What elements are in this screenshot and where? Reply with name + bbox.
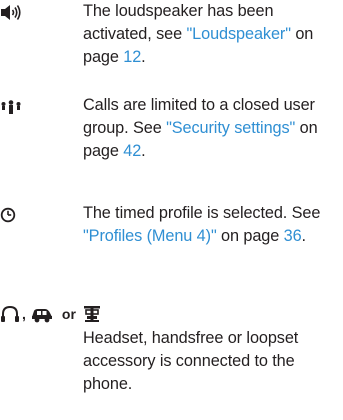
icon-separator: , [22, 306, 26, 322]
entry-end: . [301, 227, 307, 245]
or-word: or [61, 306, 76, 322]
entry-description: The timed profile is selected. See "Prof… [83, 202, 333, 248]
link-loudspeaker[interactable]: "Loudspeaker" [187, 25, 292, 43]
entry-description: Calls are limited to a closed user group… [83, 94, 333, 163]
link-security-settings[interactable]: "Security settings" [166, 119, 295, 137]
link-profiles-menu-4[interactable]: "Profiles (Menu 4)" [83, 227, 217, 245]
headset-icon [0, 305, 20, 323]
entry-end: . [141, 142, 146, 160]
closed-user-group-icon [0, 98, 22, 116]
timed-profile-clock-icon [0, 206, 22, 224]
loudspeaker-icon [0, 4, 22, 22]
entry-end: . [141, 48, 146, 66]
page: The loudspeaker has been activated, see … [0, 0, 343, 420]
entry-text-suffix: on page [216, 227, 284, 245]
loopset-icon [82, 305, 102, 323]
accessory-description: Headset, handsfree or loopset accessory … [83, 329, 299, 393]
page-link-42[interactable]: 42 [123, 142, 141, 160]
accessory-icons-row: , or [0, 302, 102, 326]
page-link-36[interactable]: 36 [284, 227, 302, 245]
entry-description: The loudspeaker has been activated, see … [83, 0, 333, 69]
entry-text: The timed profile is selected. See [83, 204, 321, 222]
handsfree-icon [30, 305, 54, 323]
page-link-12[interactable]: 12 [123, 48, 141, 66]
